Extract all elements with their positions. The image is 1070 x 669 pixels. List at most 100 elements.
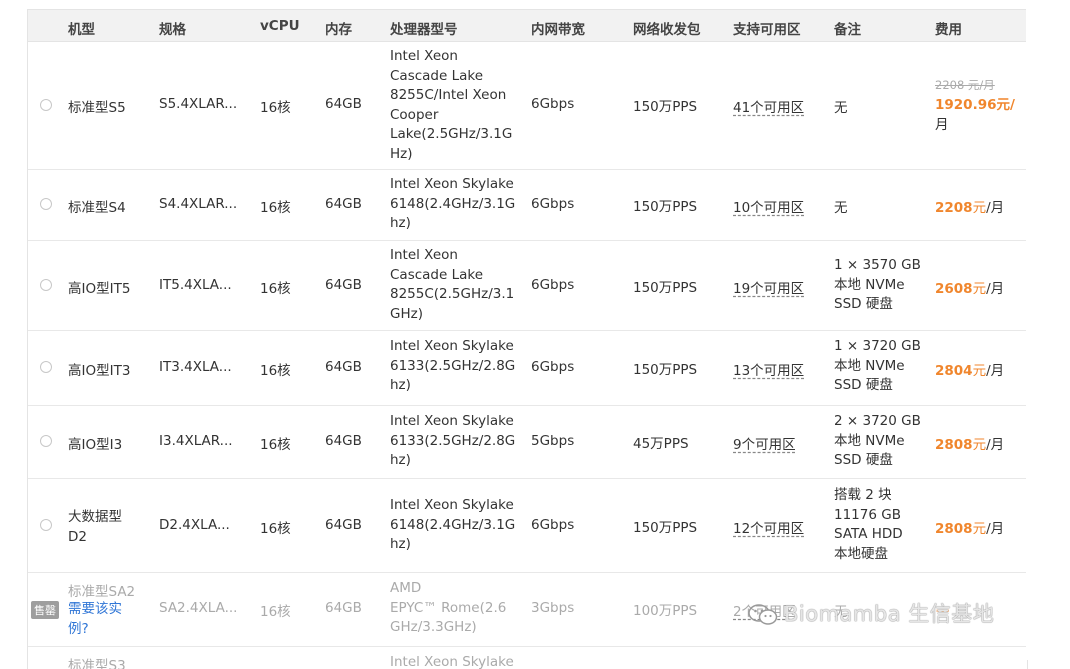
- price-unit: 元/: [996, 97, 1015, 113]
- cpu-line: hz): [390, 215, 411, 232]
- bandwidth-value: 3Gbps: [531, 600, 575, 616]
- cpu-line: 6148(2.4GHz/3.1G: [390, 516, 516, 533]
- header-notes: 备注: [834, 22, 861, 38]
- zones-link[interactable]: 41个可用区: [733, 96, 804, 116]
- cpu-line: Intel Xeon: [390, 48, 458, 64]
- header-spec: 规格: [159, 22, 186, 38]
- vcpu-value: 16核: [260, 521, 291, 537]
- note-line: SSD 硬盘: [834, 377, 893, 394]
- price-unit-month: /月: [986, 200, 1005, 216]
- price-unit-month: /月: [986, 437, 1005, 453]
- type-line: D2: [68, 529, 87, 545]
- link-line[interactable]: 需要该实: [68, 599, 122, 619]
- cpu-model: Intel Xeon Skylake 6148(2.4GHz/3.1G hz): [390, 496, 515, 555]
- price-unit-yuan: 元: [972, 437, 987, 453]
- memory-value: 64GB: [325, 600, 362, 616]
- note-value: 无: [834, 100, 848, 116]
- cpu-line: Intel Xeon: [390, 247, 458, 263]
- cpu-line: hz): [390, 452, 411, 469]
- table-row[interactable]: 标准型S5 S5.4XLAR... 16核 64GB Intel Xeon Ca…: [28, 42, 1027, 170]
- row-radio[interactable]: [40, 435, 52, 447]
- price-unit-yuan: 元: [972, 200, 987, 216]
- note-line: SSD 硬盘: [834, 296, 893, 313]
- discount-price: 1920.96: [935, 97, 997, 113]
- cpu-line: GHz/3.3GHz): [390, 619, 477, 636]
- note-line: 11176 GB: [834, 506, 901, 523]
- instance-type: 高IO型IT3: [68, 363, 131, 379]
- memory-value: 64GB: [325, 359, 362, 375]
- pps-value: 45万PPS: [633, 436, 689, 452]
- cpu-model: Intel Xeon Cascade Lake 8255C/Intel Xeon…: [390, 47, 512, 165]
- table-row[interactable]: 高IO型IT5 IT5.4XLA... 16核 64GB Intel Xeon …: [28, 241, 1027, 331]
- instance-type: 高IO型IT5: [68, 281, 131, 297]
- price-cell: 2804元/月: [935, 359, 1004, 379]
- cpu-line: Intel Xeon Skylake: [390, 413, 514, 429]
- price-value: 2808: [935, 437, 973, 453]
- memory-value: 64GB: [325, 96, 362, 112]
- note-value: 1 × 3720 GB 本地 NVMe SSD 硬盘: [834, 337, 921, 396]
- pps-value: 100万PPS: [633, 603, 698, 619]
- memory-value: 64GB: [325, 517, 362, 533]
- pps-value: 150万PPS: [633, 520, 698, 536]
- original-price: 2208 元/月: [935, 78, 995, 92]
- cpu-model: Intel Xeon Skylake 6133(2.5GHz/2.8G hz): [390, 412, 515, 471]
- table-row[interactable]: 标准型S4 S4.4XLAR... 16核 64GB Intel Xeon Sk…: [28, 170, 1027, 241]
- vcpu-value: 16核: [260, 437, 291, 453]
- vcpu-value: 16核: [260, 604, 291, 620]
- note-line: 本地硬盘: [834, 545, 888, 562]
- bandwidth-value: 6Gbps: [531, 196, 575, 212]
- table-row[interactable]: 大数据型 D2 D2.4XLA... 16核 64GB Intel Xeon S…: [28, 479, 1027, 573]
- zones-link[interactable]: 12个可用区: [733, 517, 804, 537]
- pps-value: 150万PPS: [633, 362, 698, 378]
- header-cpu-model: 处理器型号: [390, 22, 458, 38]
- zones-link[interactable]: 9个可用区: [733, 433, 796, 453]
- price-value: 2608: [935, 281, 973, 297]
- cpu-line: EPYC™ Rome(2.6: [390, 599, 507, 616]
- cpu-line: hz): [390, 377, 411, 394]
- header-memory: 内存: [325, 22, 352, 38]
- price-value: 2804: [935, 363, 973, 379]
- price-unit-month: /月: [986, 521, 1005, 537]
- cpu-line: 6133(2.5GHz/2.8G: [390, 432, 516, 449]
- note-line: SATA HDD: [834, 526, 903, 543]
- table-row[interactable]: 高IO型IT3 IT3.4XLA... 16核 64GB Intel Xeon …: [28, 331, 1027, 406]
- request-instance-link[interactable]: 需要该实 例?: [68, 599, 122, 639]
- zones-link[interactable]: 19个可用区: [733, 277, 804, 297]
- pps-value: 150万PPS: [633, 280, 698, 296]
- cpu-line: hz): [390, 536, 411, 553]
- row-radio[interactable]: [40, 198, 52, 210]
- instance-type: 高IO型I3: [68, 437, 123, 453]
- wechat-icon: [748, 604, 778, 626]
- sold-out-badge: 售罄: [31, 601, 59, 619]
- row-radio[interactable]: [40, 99, 52, 111]
- cpu-model: AMD EPYC™ Rome(2.6 GHz/3.3GHz): [390, 579, 506, 638]
- bandwidth-value: 6Gbps: [531, 277, 575, 293]
- note-line: SSD 硬盘: [834, 452, 893, 469]
- table-row[interactable]: 高IO型I3 I3.4XLAR... 16核 64GB Intel Xeon S…: [28, 406, 1027, 479]
- cpu-model: Intel Xeon Cascade Lake 8255C(2.5GHz/3.1…: [390, 246, 514, 324]
- note-line: 本地 NVMe: [834, 276, 905, 293]
- instance-spec: D2.4XLA...: [159, 517, 230, 533]
- cpu-line: Cascade Lake: [390, 67, 484, 84]
- price-unit-month: /月: [986, 281, 1005, 297]
- row-radio[interactable]: [40, 361, 52, 373]
- note-line: 本地 NVMe: [834, 357, 905, 374]
- cpu-line: Hz): [390, 145, 413, 162]
- zones-link[interactable]: 10个可用区: [733, 196, 804, 216]
- note-line: 1 × 3720 GB: [834, 338, 921, 354]
- zones-link[interactable]: 13个可用区: [733, 359, 804, 379]
- cpu-model: Intel Xeon Skylake 6133(2.5GHz/2.8G hz): [390, 337, 515, 396]
- instance-spec: IT3.4XLA...: [159, 359, 232, 375]
- cpu-model: Intel Xeon Skylake 6148(2.4GHz/3.1G hz): [390, 175, 515, 234]
- pps-value: 150万PPS: [633, 99, 698, 115]
- price-cell: 2608元/月: [935, 277, 1004, 297]
- row-radio[interactable]: [40, 519, 52, 531]
- vcpu-value: 16核: [260, 363, 291, 379]
- page-margin: [1026, 0, 1070, 660]
- link-line[interactable]: 例?: [68, 619, 122, 639]
- instance-type: 标准型S3: [68, 658, 126, 669]
- row-radio[interactable]: [40, 279, 52, 291]
- vcpu-value: 16核: [260, 100, 291, 116]
- memory-value: 64GB: [325, 277, 362, 293]
- cpu-line: GHz): [390, 305, 423, 322]
